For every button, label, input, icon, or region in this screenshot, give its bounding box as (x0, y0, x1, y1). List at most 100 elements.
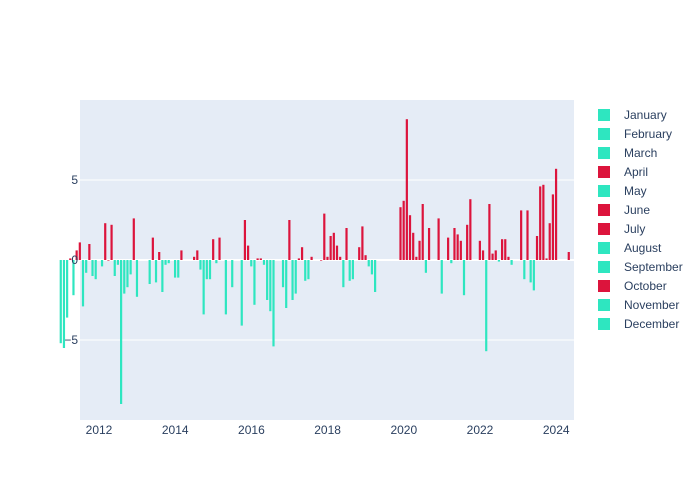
bar (361, 226, 364, 260)
legend-label: January (624, 108, 667, 122)
bar (339, 256, 342, 260)
bar (529, 260, 532, 283)
bar (132, 218, 135, 260)
x-tick-label: 2014 (162, 423, 189, 437)
bar (345, 228, 348, 260)
legend-swatch (598, 185, 610, 197)
bar (466, 224, 469, 260)
legend-item[interactable]: November (598, 298, 679, 312)
legend-label: November (624, 298, 679, 312)
legend-item[interactable]: July (598, 222, 645, 236)
bar (501, 239, 504, 260)
legend-item[interactable]: June (598, 203, 650, 217)
legend-swatch (598, 242, 610, 254)
bar (66, 260, 69, 318)
legend-item[interactable]: January (598, 108, 667, 122)
bar (335, 245, 339, 260)
bar (167, 260, 170, 264)
x-tick-label: 2022 (467, 423, 494, 437)
bar (215, 260, 218, 264)
bar (193, 256, 196, 260)
bar (123, 260, 126, 294)
legend-swatch (598, 166, 610, 178)
bar (485, 260, 488, 352)
bar (554, 168, 558, 260)
legend-item[interactable]: February (598, 127, 672, 141)
legend-item[interactable]: April (598, 165, 648, 179)
bar (94, 260, 97, 280)
legend-label: October (624, 279, 667, 293)
legend-swatch (598, 318, 610, 330)
legend-swatch (598, 280, 610, 292)
bar (85, 260, 88, 273)
bar (126, 260, 129, 288)
bar (135, 260, 139, 297)
bar (421, 204, 424, 260)
bar (437, 218, 440, 260)
bar (491, 253, 494, 260)
bar (450, 260, 453, 264)
legend-swatch (598, 128, 610, 140)
legend-item[interactable]: March (598, 146, 657, 160)
bar (78, 242, 81, 260)
bar (116, 260, 120, 265)
bar (250, 260, 253, 267)
bar (440, 260, 443, 294)
bar (158, 252, 161, 260)
bar (323, 213, 326, 260)
legend-item[interactable]: May (598, 184, 647, 198)
bar (288, 220, 291, 260)
bar (532, 260, 535, 291)
bar (120, 260, 123, 404)
bar (370, 260, 374, 275)
bar (110, 224, 113, 260)
legend-swatch (598, 299, 610, 311)
x-tick-label: 2020 (390, 423, 417, 437)
bar (320, 260, 323, 261)
bar (177, 260, 180, 278)
bar (402, 200, 405, 260)
bar (456, 234, 459, 260)
monthly-bar-chart: 2012 2014 2016 2018 2020 2022 2024 −5 0 5 Januar… (59, 100, 683, 437)
bar (405, 119, 408, 260)
bar (548, 223, 551, 260)
bar (224, 260, 227, 315)
legend-item[interactable]: December (598, 317, 679, 331)
bar (539, 186, 542, 260)
legend-swatch (598, 261, 610, 273)
legend-item[interactable]: September (598, 260, 683, 274)
bar (520, 210, 523, 260)
legend-item[interactable]: August (598, 241, 662, 255)
bar (180, 250, 183, 260)
bar (408, 215, 412, 260)
bar (88, 244, 91, 260)
bar (269, 260, 272, 312)
x-tick-label: 2024 (543, 423, 570, 437)
legend[interactable]: January February March April May June July Augu… (598, 108, 683, 331)
bar (208, 260, 212, 280)
bar (415, 256, 418, 260)
bar (291, 260, 294, 300)
bar (329, 236, 332, 260)
bar (100, 260, 104, 267)
legend-item[interactable]: October (598, 279, 667, 293)
bar (129, 260, 132, 275)
x-tick-label: 2012 (86, 423, 113, 437)
bar (173, 260, 177, 278)
bar (253, 260, 256, 305)
bar (202, 260, 205, 315)
bar (412, 232, 415, 260)
bar (488, 204, 491, 260)
bar (358, 247, 361, 260)
bar (91, 260, 94, 276)
bar (462, 260, 466, 296)
x-tick-label: 2018 (314, 423, 341, 437)
bar (567, 252, 570, 260)
bar (399, 207, 402, 260)
bar (523, 260, 526, 280)
bar (272, 260, 275, 347)
bar (247, 245, 250, 260)
bar (231, 260, 234, 288)
bar (342, 260, 345, 288)
bar (424, 260, 427, 273)
